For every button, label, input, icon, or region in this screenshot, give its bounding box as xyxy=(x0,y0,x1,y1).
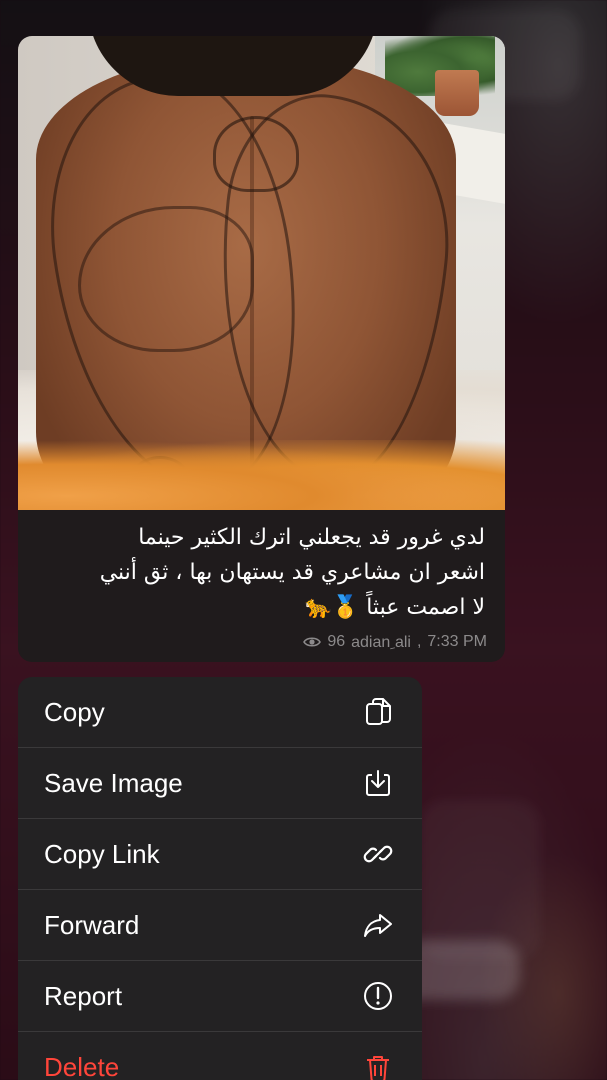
menu-item-label: Report xyxy=(44,980,123,1011)
message-caption: لدي غرور قد يجعلني اترك الكثير حينما اشع… xyxy=(38,520,485,625)
menu-item-delete[interactable]: Delete xyxy=(18,1032,422,1080)
trash-icon xyxy=(362,1052,394,1080)
menu-item-label: Copy xyxy=(44,696,105,727)
copy-icon xyxy=(362,696,394,728)
caption-line: لا اصمت عبثاً 🥇🐆 xyxy=(304,595,485,620)
message-meta: 96 adian ِali, 7:33 PM xyxy=(303,632,487,652)
message-photo[interactable] xyxy=(18,36,505,510)
message-author: adian ِali xyxy=(351,634,411,651)
menu-item-forward[interactable]: Forward xyxy=(18,890,422,961)
caption-line: لدي غرور قد يجعلني اترك الكثير حينما xyxy=(138,525,485,550)
blurred-background-element xyxy=(420,800,540,960)
context-menu: Copy Save Image Copy Link Forward Report… xyxy=(18,677,422,1080)
menu-item-label: Save Image xyxy=(44,767,183,798)
menu-item-label: Copy Link xyxy=(44,838,160,869)
eye-icon xyxy=(303,636,322,648)
menu-item-label: Delete xyxy=(44,1052,120,1080)
menu-item-report[interactable]: Report xyxy=(18,961,422,1032)
link-icon xyxy=(362,838,394,870)
photo-plant-pot xyxy=(435,70,479,116)
forward-icon xyxy=(362,909,394,941)
view-count: 96 xyxy=(327,633,346,650)
report-icon xyxy=(362,980,394,1012)
message-time: 7:33 PM xyxy=(427,633,487,650)
save-image-icon xyxy=(362,767,394,799)
caption-line: اشعر ان مشاعري قد يستهان بها ، ثق أنني xyxy=(99,560,485,585)
menu-item-copy[interactable]: Copy xyxy=(18,677,422,748)
menu-item-label: Forward xyxy=(44,909,140,940)
menu-item-copy-link[interactable]: Copy Link xyxy=(18,819,422,890)
photo-orange-skirt xyxy=(18,440,505,510)
photo-tiger-head-tattoo xyxy=(213,116,299,192)
menu-item-save-image[interactable]: Save Image xyxy=(18,748,422,819)
message-bubble[interactable]: لدي غرور قد يجعلني اترك الكثير حينما اشع… xyxy=(18,36,505,662)
meta-separator: , xyxy=(416,633,422,650)
